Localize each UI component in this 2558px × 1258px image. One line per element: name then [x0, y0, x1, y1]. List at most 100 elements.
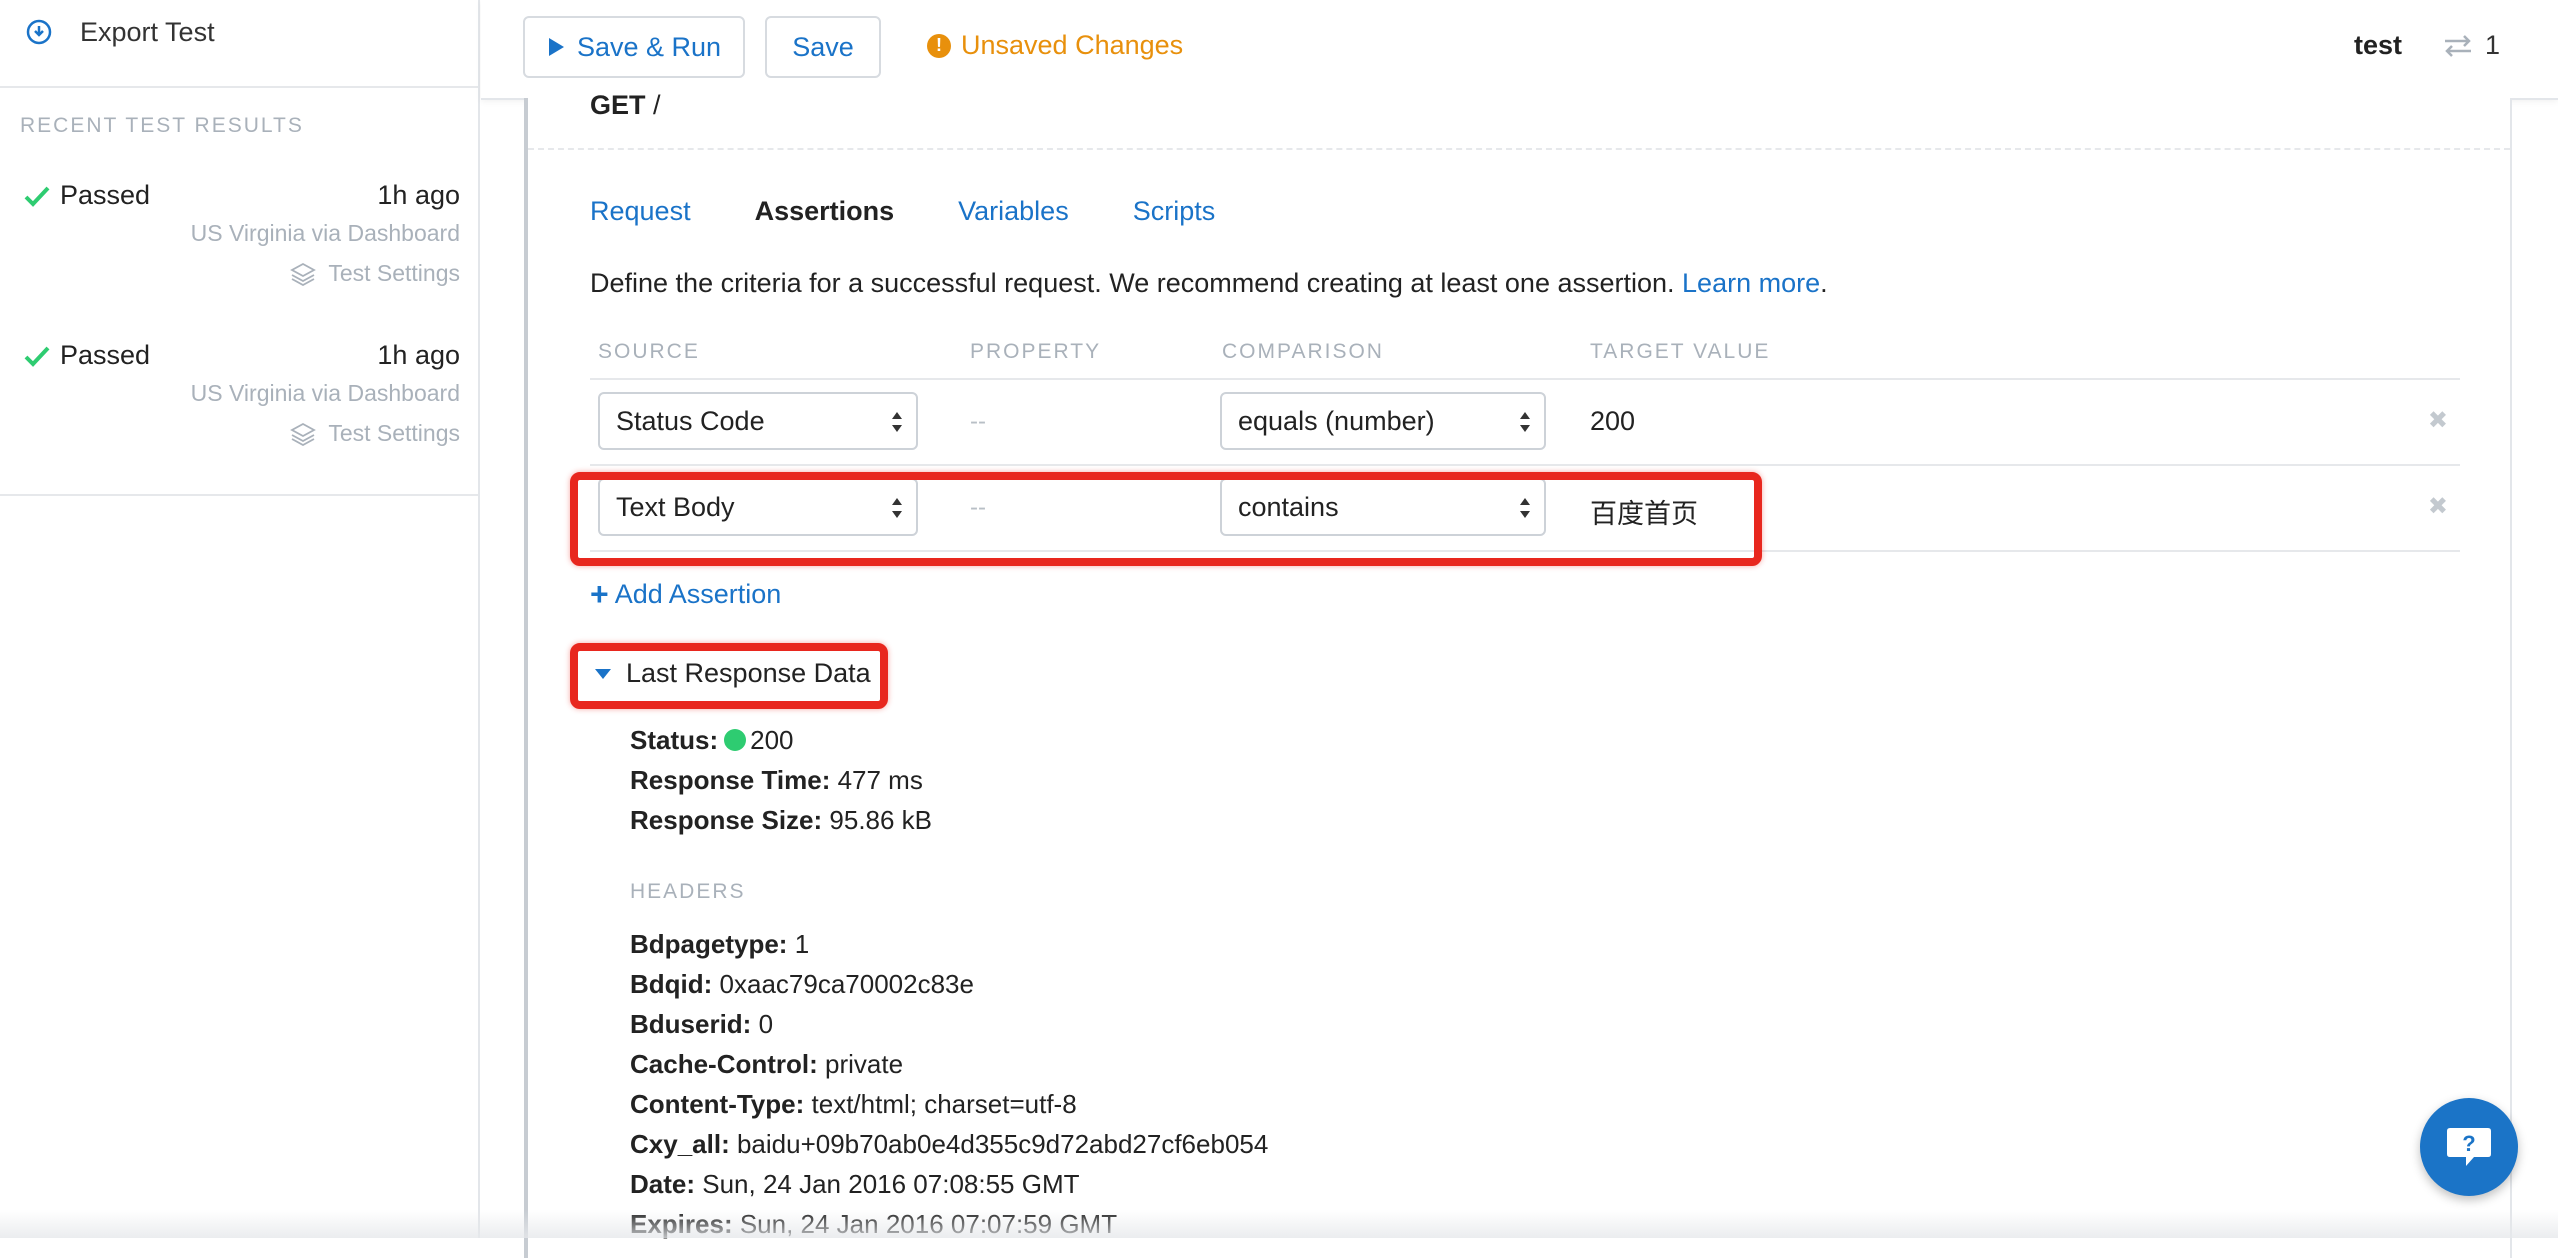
step-count-value: 1 — [2484, 30, 2500, 60]
select-arrows-icon — [892, 412, 902, 432]
target-value-field[interactable]: 百度首页 — [1590, 492, 1698, 531]
header-value: Sun, 24 Jan 2016 07:08:55 GMT — [695, 1169, 1080, 1199]
header-key: Content-Type: — [630, 1089, 805, 1119]
description-period: . — [1820, 268, 1828, 298]
assertion-row: Status Code -- equals (number) 200 ✖ — [590, 380, 2460, 466]
tab-request[interactable]: Request — [590, 196, 691, 227]
delete-assertion-icon[interactable]: ✖ — [2428, 492, 2448, 521]
source-select[interactable]: Status Code — [598, 392, 918, 450]
tab-assertions[interactable]: Assertions — [755, 196, 895, 227]
result-settings-link[interactable]: Test Settings — [290, 420, 460, 447]
test-result-item[interactable]: Passed 1h ago US Virginia via Dashboard … — [0, 180, 478, 300]
header-row: Expires: Sun, 24 Jan 2016 07:07:59 GMT — [630, 1204, 1268, 1244]
download-circle-icon — [26, 19, 52, 45]
result-time: 1h ago — [377, 180, 460, 210]
column-target-value: TARGET VALUE — [1590, 340, 1771, 363]
header-value: 0xaac79ca70002c83e — [712, 969, 974, 999]
header-key: Date: — [630, 1169, 696, 1199]
test-result-item[interactable]: Passed 1h ago US Virginia via Dashboard … — [0, 340, 478, 460]
environment-name[interactable]: test — [2354, 30, 2402, 61]
steps-arrows-icon — [2444, 34, 2471, 57]
result-time: 1h ago — [377, 340, 460, 370]
select-arrows-icon — [892, 498, 902, 518]
header-key: Expires: — [630, 1209, 733, 1239]
unsaved-changes-label: Unsaved Changes — [961, 30, 1184, 60]
column-source: SOURCE — [598, 340, 700, 363]
assertions-table-header: SOURCE PROPERTY COMPARISON TARGET VALUE — [590, 340, 2460, 380]
header-value: 1 — [787, 929, 810, 959]
export-test-link[interactable]: Export Test — [26, 12, 215, 52]
result-status: Passed — [24, 340, 150, 371]
save-label: Save — [792, 31, 854, 62]
help-chat-button[interactable]: ? — [2420, 1098, 2518, 1196]
column-comparison: COMPARISON — [1222, 340, 1384, 363]
save-and-run-button[interactable]: Save & Run — [523, 16, 745, 78]
plus-icon: + — [590, 576, 609, 612]
header-key: Bduserid: — [630, 1009, 752, 1039]
comparison-select[interactable]: contains — [1220, 478, 1546, 536]
tab-variables[interactable]: Variables — [958, 196, 1069, 227]
header-row: Bduserid: 0 — [630, 1004, 1268, 1044]
last-response-label: Last Response Data — [626, 658, 871, 688]
help-chat-icon: ? — [2447, 1128, 2491, 1166]
comparison-select[interactable]: equals (number) — [1220, 392, 1546, 450]
result-location: US Virginia via Dashboard — [190, 220, 460, 246]
header-value: baidu+09b70ab0e4d355c9d72abd27cf6eb054 — [729, 1129, 1269, 1159]
add-assertion-button[interactable]: + Add Assertion — [590, 578, 781, 610]
divider — [528, 148, 2510, 150]
response-size: Response Size: 95.86 kB — [630, 800, 932, 840]
header-value: private — [817, 1049, 904, 1079]
column-property: PROPERTY — [970, 340, 1102, 363]
result-status: Passed — [24, 180, 150, 211]
header-key: Bdqid: — [630, 969, 713, 999]
assertions-description: Define the criteria for a successful req… — [590, 268, 1828, 299]
property-empty: -- — [970, 408, 986, 435]
request-line[interactable]: GET / — [590, 90, 661, 121]
divider — [0, 494, 478, 496]
header-value: 0 — [751, 1009, 774, 1039]
last-response-toggle[interactable]: Last Response Data — [594, 658, 871, 689]
source-select-value: Text Body — [616, 491, 735, 522]
step-count[interactable]: 1 — [2443, 30, 2500, 61]
svg-text:?: ? — [2462, 1131, 2475, 1156]
response-size-value: 95.86 kB — [822, 805, 933, 835]
header-row: Cxy_all: baidu+09b70ab0e4d355c9d72abd27c… — [630, 1124, 1268, 1164]
response-headers: Bdpagetype: 1 Bdqid: 0xaac79ca70002c83e … — [630, 924, 1268, 1244]
unsaved-changes-indicator: ! Unsaved Changes — [927, 30, 1183, 61]
tab-scripts[interactable]: Scripts — [1133, 196, 1216, 227]
source-select[interactable]: Text Body — [598, 478, 918, 536]
response-time: Response Time: 477 ms — [630, 760, 932, 800]
save-button[interactable]: Save — [765, 16, 881, 78]
header-value: text/html; charset=utf-8 — [804, 1089, 1077, 1119]
request-path: / — [645, 90, 661, 120]
play-icon — [548, 38, 564, 56]
learn-more-link[interactable]: Learn more — [1682, 268, 1820, 298]
result-status-label: Passed — [60, 340, 151, 370]
top-toolbar: Save & Run Save ! Unsaved Changes test 1 — [481, 0, 2558, 100]
add-assertion-label: Add Assertion — [614, 578, 782, 609]
header-key: Bdpagetype: — [630, 929, 788, 959]
delete-assertion-icon[interactable]: ✖ — [2428, 406, 2448, 435]
response-size-label: Response Size: — [630, 805, 823, 835]
status-label: Status: — [630, 725, 719, 755]
save-and-run-label: Save & Run — [576, 31, 722, 62]
source-select-value: Status Code — [616, 405, 765, 436]
request-step-card: GET / Request Assertions Variables Scrip… — [524, 90, 2512, 1258]
header-row: Date: Sun, 24 Jan 2016 07:08:55 GMT — [630, 1164, 1268, 1204]
layers-icon — [290, 262, 317, 286]
headers-heading: HEADERS — [630, 880, 746, 903]
target-value-field[interactable]: 200 — [1590, 406, 1635, 437]
header-row: Bdqid: 0xaac79ca70002c83e — [630, 964, 1268, 1004]
header-value: Sun, 24 Jan 2016 07:07:59 GMT — [732, 1209, 1118, 1239]
layers-icon — [290, 422, 317, 446]
comparison-select-value: contains — [1238, 491, 1339, 522]
request-method: GET — [590, 90, 646, 120]
result-settings-link[interactable]: Test Settings — [290, 260, 460, 287]
result-settings-label: Test Settings — [328, 420, 460, 446]
property-empty: -- — [970, 494, 986, 521]
assertions-description-text: Define the criteria for a successful req… — [590, 268, 1683, 298]
status-value: 200 — [750, 725, 794, 755]
warning-icon: ! — [927, 33, 951, 58]
response-status: Status: 200 — [630, 720, 932, 760]
step-tabs: Request Assertions Variables Scripts — [590, 196, 1279, 227]
